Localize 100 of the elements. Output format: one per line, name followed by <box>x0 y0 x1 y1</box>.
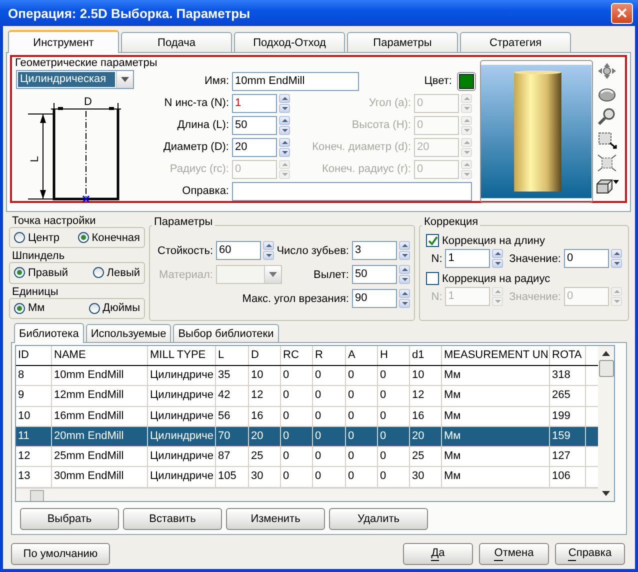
default-button[interactable]: По умолчанию <box>11 543 110 565</box>
spin-buttons[interactable] <box>611 249 622 268</box>
number-field[interactable]: 60 <box>216 241 261 260</box>
column-header[interactable]: ROTA <box>550 346 586 366</box>
tool-type-dropdown[interactable]: Цилиндрическая <box>16 70 134 89</box>
radio-button[interactable] <box>14 267 25 278</box>
vertical-scrollbar[interactable] <box>598 346 614 501</box>
table-cell: 9 <box>16 386 52 406</box>
table-cell: 8 <box>16 366 52 386</box>
radio-button[interactable] <box>78 232 89 244</box>
horizontal-scrollbar[interactable] <box>16 488 598 501</box>
tab[interactable]: Параметры <box>347 32 458 52</box>
library-button[interactable]: Изменить <box>226 508 325 530</box>
dialog-button[interactable]: Справка <box>555 543 625 565</box>
number-field[interactable]: 50 <box>352 265 397 284</box>
library-button[interactable]: Удалить <box>329 508 428 530</box>
column-header[interactable]: d1 <box>410 346 442 366</box>
close-button[interactable] <box>611 2 633 24</box>
scroll-thumb[interactable] <box>30 490 44 501</box>
number-field[interactable]: 1 <box>445 249 490 268</box>
scroll-thumb[interactable] <box>598 360 614 377</box>
table-cell: 25 <box>249 447 281 466</box>
scroll-down-icon[interactable] <box>602 491 610 496</box>
radio-option[interactable]: Мм <box>14 302 45 314</box>
spin-buttons[interactable] <box>279 138 290 156</box>
spin-buttons[interactable] <box>279 94 290 112</box>
table-row[interactable]: 11 20mm EndMill Цилиндриче 70 20 0 0 0 0 20 Мм 159 <box>16 426 598 448</box>
tab[interactable]: Выбор библиотеки <box>173 324 279 342</box>
spin-buttons[interactable] <box>263 241 274 260</box>
number-field[interactable]: 3 <box>352 241 397 260</box>
column-header[interactable]: H <box>378 346 410 366</box>
table-cell: 0 <box>346 386 378 406</box>
column-header[interactable]: R <box>313 346 346 366</box>
number-field[interactable]: 50 <box>232 116 277 134</box>
table-cell: Цилиндриче <box>148 447 216 466</box>
table-row[interactable]: 8 10mm EndMill Цилиндриче 35 10 0 0 0 0 10 Мм 318 <box>16 366 598 386</box>
column-header[interactable]: RC <box>281 346 313 366</box>
dialog-button[interactable]: Да <box>403 543 473 565</box>
view-cube-icon[interactable] <box>594 177 619 195</box>
table-row[interactable]: 9 12mm EndMill Цилиндриче 42 12 0 0 0 0 12 Мм 265 <box>16 386 598 407</box>
table-cell: 30mm EndMill <box>52 467 148 487</box>
column-header[interactable]: NAME <box>52 346 148 366</box>
table-cell: 10 <box>410 366 442 386</box>
zoom-extents-icon[interactable] <box>596 154 617 172</box>
text-field[interactable]: 10mm EndMill <box>232 72 359 90</box>
zoom-icon[interactable] <box>596 108 617 126</box>
dialog-button[interactable]: Отмена <box>479 543 549 565</box>
spin-buttons[interactable] <box>399 289 410 308</box>
group-title: Точка настройки <box>11 215 97 227</box>
checkbox-option[interactable]: Коррекция на длину <box>426 234 545 247</box>
radio-option[interactable]: Левый <box>92 266 140 279</box>
spin-buttons[interactable] <box>492 249 504 268</box>
field-label: Конеч. диаметр (d): <box>311 141 412 153</box>
radio-option[interactable]: Центр <box>14 232 60 244</box>
column-header[interactable]: A <box>346 346 378 366</box>
tab[interactable]: Используемые <box>86 324 172 342</box>
library-button[interactable]: Вставить <box>123 508 222 530</box>
table-cell: 13 <box>16 467 52 487</box>
spin-buttons[interactable] <box>399 265 410 284</box>
tab[interactable]: Стратегия <box>460 32 571 52</box>
text-field[interactable] <box>232 182 472 200</box>
checkbox[interactable] <box>426 234 439 247</box>
column-header[interactable]: D <box>249 346 281 366</box>
table-row[interactable]: 12 25mm EndMill Цилиндриче 87 25 0 0 0 0 25 Мм 127 <box>16 447 598 468</box>
tab[interactable]: Инструмент <box>8 30 119 53</box>
table-cell: 265 <box>550 386 586 406</box>
table-cell: 87 <box>216 447 249 466</box>
scroll-up-icon[interactable] <box>602 351 610 356</box>
column-header[interactable]: MILL TYPE <box>148 346 216 366</box>
radio-button[interactable] <box>88 302 100 314</box>
dimension-label: L <box>29 156 41 162</box>
tab[interactable]: Подача <box>121 32 232 52</box>
library-button[interactable]: Выбрать <box>20 508 119 530</box>
spin-buttons[interactable] <box>399 241 410 260</box>
column-header[interactable]: L <box>216 346 249 366</box>
table-cell: Цилиндриче <box>148 386 216 406</box>
zoom-window-icon[interactable] <box>596 131 617 149</box>
checkbox-option[interactable]: Коррекция на радиус <box>426 272 550 285</box>
radio-button[interactable] <box>14 232 25 244</box>
radio-button[interactable] <box>14 302 25 314</box>
number-field[interactable]: 1 <box>232 94 277 112</box>
number-field[interactable]: 0 <box>564 249 609 268</box>
spin-buttons[interactable] <box>279 116 290 134</box>
table-cell: 0 <box>346 426 378 446</box>
move-icon[interactable] <box>596 62 617 80</box>
tab[interactable]: Подход-Отход <box>234 32 345 52</box>
radio-option[interactable]: Конечная <box>78 232 140 244</box>
group-title: Геометрические параметры <box>15 57 158 69</box>
table-cell: 0 <box>281 366 313 386</box>
column-header[interactable]: ID <box>16 346 52 366</box>
number-field[interactable]: 20 <box>232 138 277 156</box>
table-cell: 16 <box>410 406 442 426</box>
radio-button[interactable] <box>92 267 104 278</box>
tab[interactable]: Библиотека <box>14 323 84 343</box>
checkbox[interactable] <box>426 272 439 285</box>
radio-option[interactable]: Правый <box>14 266 68 279</box>
radio-option[interactable]: Дюймы <box>88 302 140 314</box>
number-field[interactable]: 90 <box>352 289 397 308</box>
column-header[interactable]: MEASUREMENT UNI <box>442 346 550 366</box>
table-cell: Цилиндриче <box>148 406 216 426</box>
